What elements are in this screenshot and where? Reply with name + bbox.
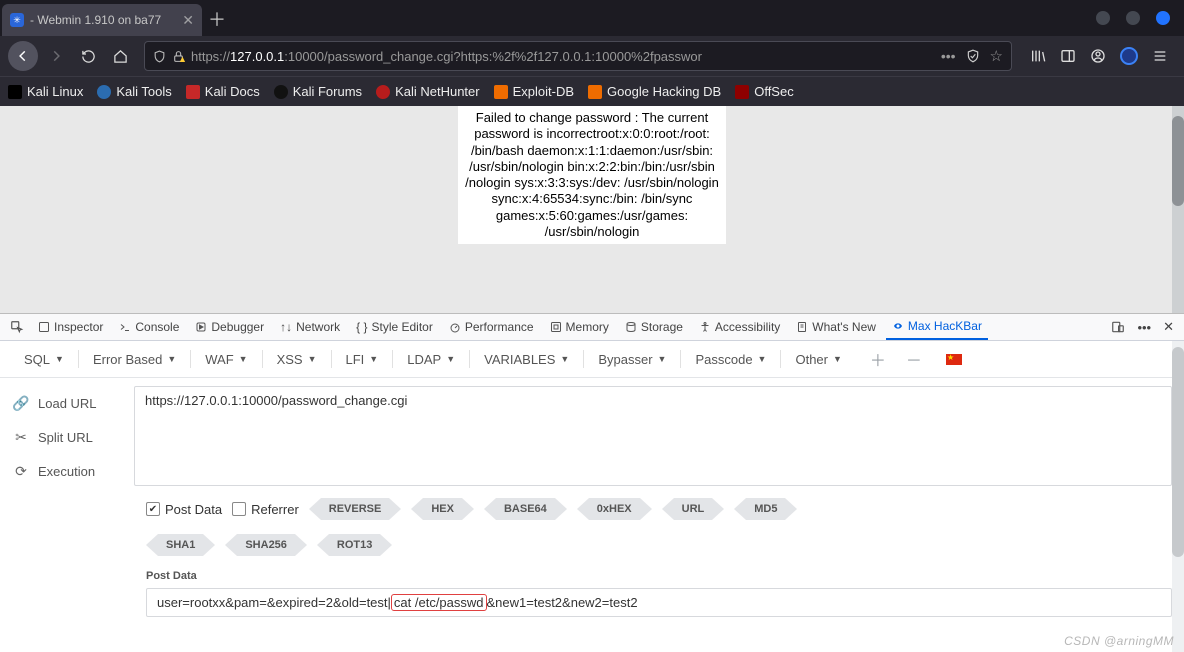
devtools-close-icon[interactable]: ✕ <box>1159 319 1178 335</box>
encoder-url[interactable]: URL <box>662 498 725 520</box>
library-icon[interactable] <box>1030 48 1046 64</box>
menu-lfi[interactable]: LFI▼ <box>332 348 393 371</box>
tab-title: - Webmin 1.910 on ba77 <box>30 13 161 27</box>
sidebar-icon[interactable] <box>1060 48 1076 64</box>
flag-china-icon[interactable] <box>946 354 962 365</box>
hackbar-sidebar: 🔗 Load URL ✂ Split URL ⟳ Execution <box>4 386 134 488</box>
encoder-reverse[interactable]: REVERSE <box>309 498 402 520</box>
execution-button[interactable]: ⟳ Execution <box>4 454 134 488</box>
tab-max-hackbar[interactable]: Max HacKBar <box>886 314 988 340</box>
menu-passcode[interactable]: Passcode▼ <box>681 348 780 371</box>
menu-other[interactable]: Other▼ <box>781 348 855 371</box>
tab-inspector[interactable]: Inspector <box>32 314 109 340</box>
hackbar-scrollbar-thumb[interactable] <box>1172 347 1184 557</box>
reload-button[interactable] <box>74 42 102 70</box>
menu-minus-icon[interactable]: － <box>900 347 928 371</box>
window-controls <box>1096 0 1184 36</box>
window-close[interactable] <box>1156 11 1170 25</box>
bookmark-ghdb[interactable]: Google Hacking DB <box>588 84 721 99</box>
url-input[interactable]: https://127.0.0.1:10000/password_change.… <box>134 386 1172 486</box>
devtools-tabs: Inspector Console Debugger ↑↓Network { }… <box>0 313 1184 341</box>
tab-network[interactable]: ↑↓Network <box>274 314 346 340</box>
post-highlight: cat /etc/passwd <box>391 594 487 611</box>
encoder-sha256[interactable]: SHA256 <box>225 534 307 556</box>
bookmarks-bar: Kali Linux Kali Tools Kali Docs Kali For… <box>0 76 1184 106</box>
link-icon: 🔗 <box>4 395 38 412</box>
close-tab-icon[interactable]: ✕ <box>182 12 194 29</box>
bookmark-kali-linux[interactable]: Kali Linux <box>8 84 83 99</box>
viewport-scrollbar-thumb[interactable] <box>1172 116 1184 206</box>
page-viewport: Failed to change password : The current … <box>0 106 1184 313</box>
post-data-checkbox[interactable]: ✔Post Data <box>146 502 222 517</box>
browser-tab-active[interactable]: ✳ - Webmin 1.910 on ba77 ✕ <box>2 4 202 36</box>
menu-xss[interactable]: XSS▼ <box>263 348 331 371</box>
nav-toolbar: ▲ https://127.0.0.1:10000/password_chang… <box>0 36 1184 76</box>
devtools-responsive-icon[interactable] <box>1107 320 1129 334</box>
encoder-hex[interactable]: HEX <box>411 498 474 520</box>
encoder-0xhex[interactable]: 0xHEX <box>577 498 652 520</box>
account-icon[interactable] <box>1090 48 1106 64</box>
hackbar-options: ✔Post Data Referrer REVERSE HEX BASE64 0… <box>0 494 1184 566</box>
watermark: CSDN @arningMM <box>1064 634 1174 648</box>
bookmark-exploit-db[interactable]: Exploit-DB <box>494 84 574 99</box>
menu-ldap[interactable]: LDAP▼ <box>393 348 469 371</box>
url-input-value: https://127.0.0.1:10000/password_change.… <box>145 393 407 408</box>
encoder-base64[interactable]: BASE64 <box>484 498 567 520</box>
devtools-more-icon[interactable]: ••• <box>1133 320 1155 335</box>
tab-accessibility[interactable]: Accessibility <box>693 314 786 340</box>
referrer-checkbox[interactable]: Referrer <box>232 502 299 517</box>
tab-strip: ✳ - Webmin 1.910 on ba77 ✕ ＋ <box>0 0 1184 36</box>
bookmark-star-icon[interactable]: ☆ <box>990 47 1003 65</box>
menu-bypasser[interactable]: Bypasser▼ <box>584 348 680 371</box>
window-minimize[interactable] <box>1096 11 1110 25</box>
bookmark-kali-forums[interactable]: Kali Forums <box>274 84 362 99</box>
bookmark-kali-tools[interactable]: Kali Tools <box>97 84 171 99</box>
more-dots-icon[interactable]: ••• <box>941 48 956 64</box>
tab-storage[interactable]: Storage <box>619 314 689 340</box>
tab-whats-new[interactable]: What's New <box>790 314 882 340</box>
menu-error-based[interactable]: Error Based▼ <box>79 348 190 371</box>
home-button[interactable] <box>106 42 134 70</box>
element-picker-icon[interactable] <box>6 320 28 334</box>
menu-variables[interactable]: VARIABLES▼ <box>470 348 583 371</box>
reader-check-icon[interactable] <box>966 49 980 63</box>
tab-memory[interactable]: Memory <box>544 314 615 340</box>
menu-add-icon[interactable]: ＋ <box>864 347 892 371</box>
hackbar-menu: SQL▼ Error Based▼ WAF▼ XSS▼ LFI▼ LDAP▼ V… <box>0 341 1184 378</box>
tab-style-editor[interactable]: { }Style Editor <box>350 314 439 340</box>
webmin-favicon: ✳ <box>10 13 24 27</box>
bookmark-kali-docs[interactable]: Kali Docs <box>186 84 260 99</box>
forward-button[interactable] <box>42 42 70 70</box>
extension-circle-icon[interactable] <box>1120 47 1138 65</box>
tab-debugger[interactable]: Debugger <box>189 314 270 340</box>
new-tab-button[interactable]: ＋ <box>202 4 232 36</box>
lock-warning-icon: ▲ <box>172 50 185 63</box>
hamburger-menu-icon[interactable] <box>1152 48 1168 64</box>
url-text: https://127.0.0.1:10000/password_change.… <box>191 49 702 64</box>
back-button[interactable] <box>8 41 38 71</box>
window-maximize[interactable] <box>1126 11 1140 25</box>
post-data-label: Post Data <box>146 570 1172 582</box>
menu-sql[interactable]: SQL▼ <box>10 348 78 371</box>
tab-console[interactable]: Console <box>113 314 185 340</box>
shield-icon <box>153 50 166 63</box>
menu-waf[interactable]: WAF▼ <box>191 348 261 371</box>
tab-performance[interactable]: Performance <box>443 314 540 340</box>
url-bar[interactable]: ▲ https://127.0.0.1:10000/password_chang… <box>144 41 1012 71</box>
response-text: Failed to change password : The current … <box>458 106 726 244</box>
scissors-icon: ✂ <box>4 429 38 446</box>
load-url-button[interactable]: 🔗 Load URL <box>4 386 134 420</box>
encoder-rot13[interactable]: ROT13 <box>317 534 392 556</box>
post-data-input[interactable]: user=rootxx&pam=&expired=2&old=test|cat … <box>146 588 1172 617</box>
refresh-icon: ⟳ <box>4 463 38 480</box>
hackbar-panel: SQL▼ Error Based▼ WAF▼ XSS▼ LFI▼ LDAP▼ V… <box>0 341 1184 652</box>
bookmark-kali-nethunter[interactable]: Kali NetHunter <box>376 84 480 99</box>
bookmark-offsec[interactable]: OffSec <box>735 84 794 99</box>
encoder-sha1[interactable]: SHA1 <box>146 534 215 556</box>
split-url-button[interactable]: ✂ Split URL <box>4 420 134 454</box>
encoder-md5[interactable]: MD5 <box>734 498 797 520</box>
